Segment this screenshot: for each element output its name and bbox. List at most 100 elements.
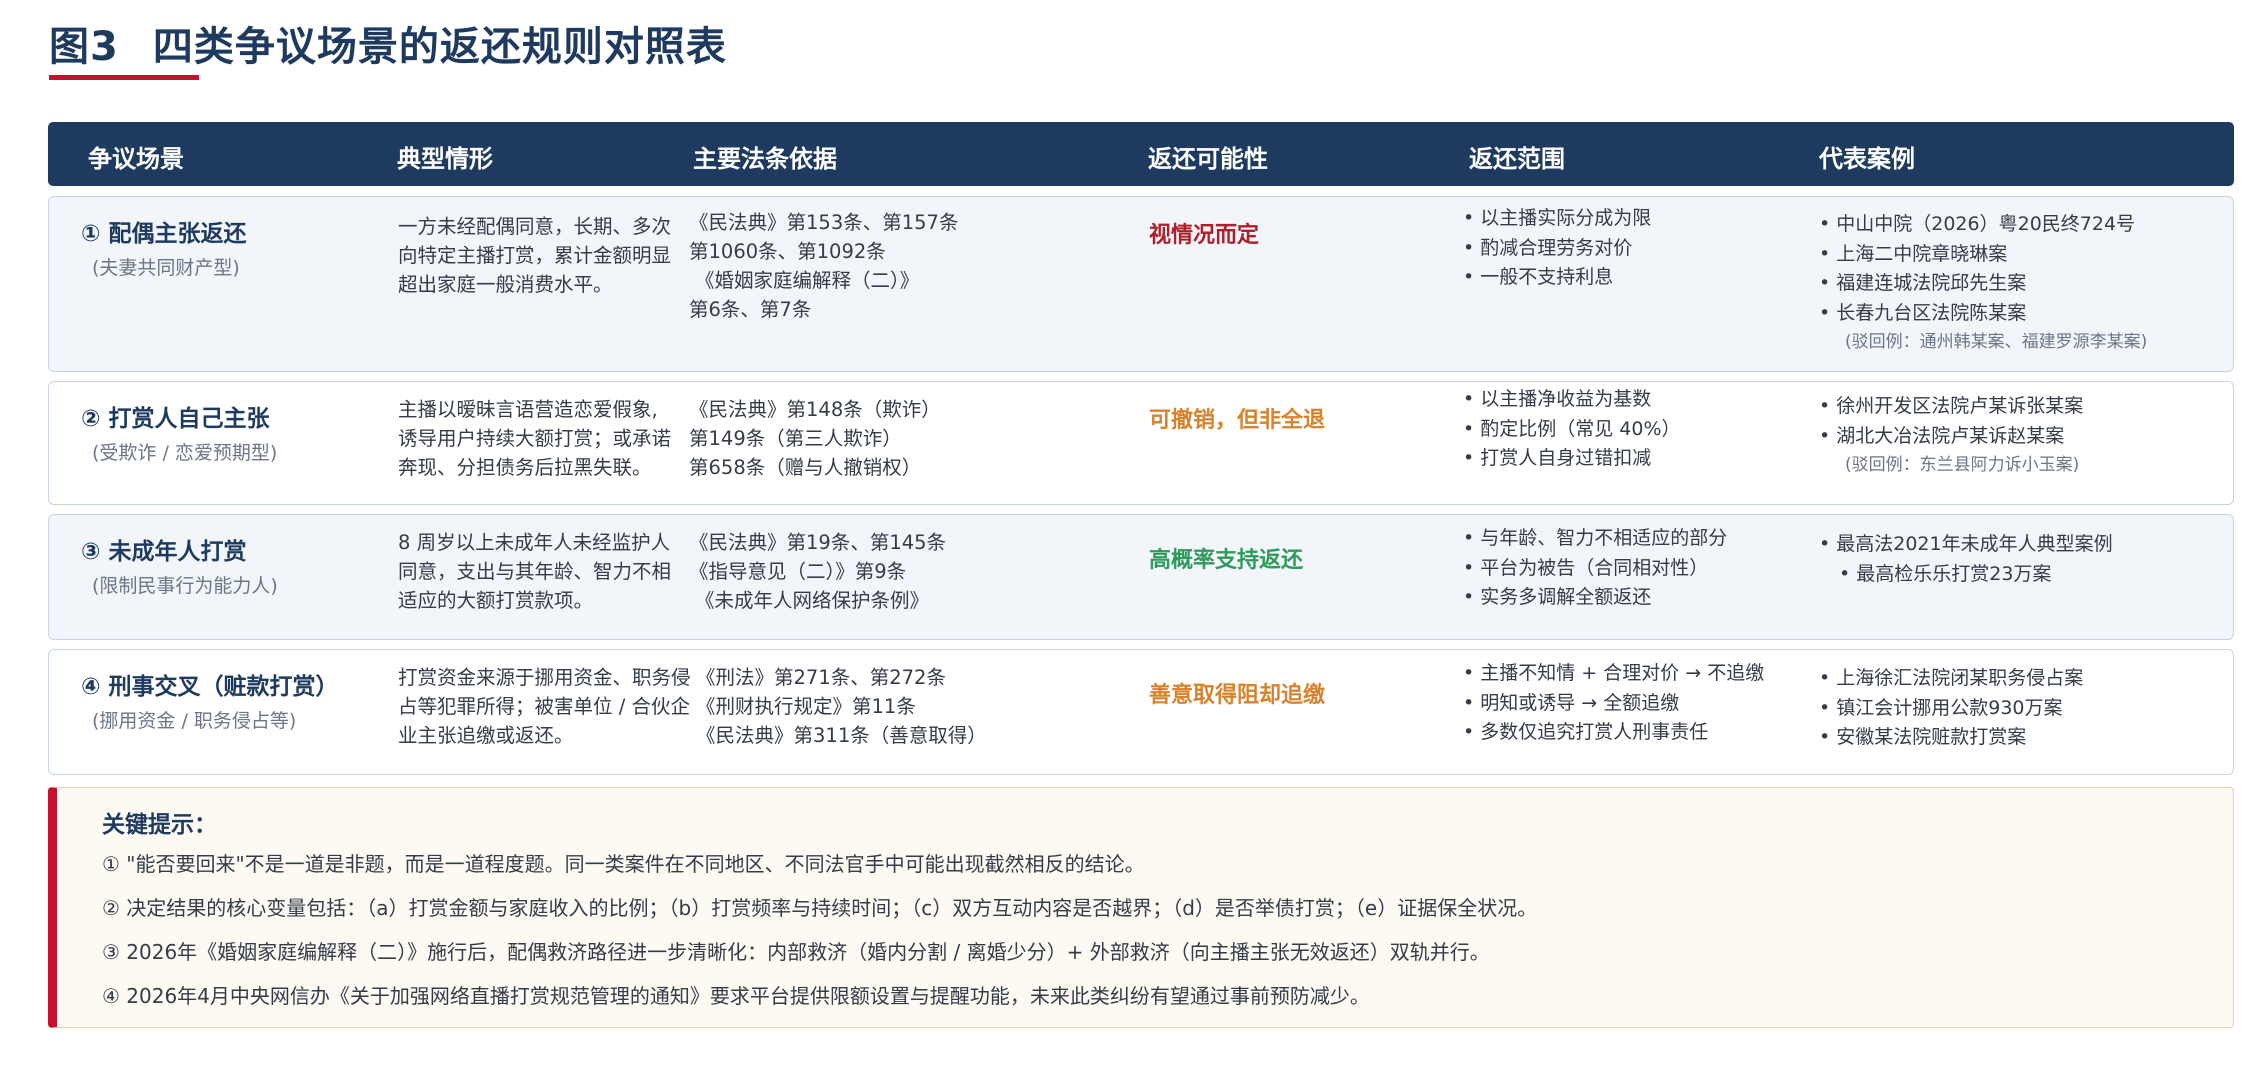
law-line: 《民法典》第19条、第145条: [689, 531, 947, 554]
situation-line: 主播以暧昧言语营造恋爱假象,: [398, 398, 658, 421]
case-note: (驳回例：东兰县阿力诉小玉案): [1845, 455, 2080, 475]
situation-cell: 打赏资金来源于挪用资金、职务侵 占等犯罪所得；被害单位 / 合伙企 业主张追缴或…: [398, 663, 691, 750]
title-underline: [49, 75, 199, 80]
key-tips-title: 关键提示：: [102, 812, 217, 838]
law-line: 《未成年人网络保护条例》: [695, 589, 930, 612]
scope-item: 酌定比例（常见 40%）: [1463, 415, 1680, 445]
scene-subtitle: (挪用资金 / 职务侵占等): [92, 710, 297, 732]
situation-cell: 主播以暧昧言语营造恋爱假象, 诱导用户持续大额打赏；或承诺 奔现、分担债务后拉黑…: [398, 395, 671, 482]
key-tips-box: 关键提示： ① "能否要回来"不是一道是非题，而是一道程度题。同一类案件在不同地…: [48, 787, 2234, 1028]
scope-item: 一般不支持利息: [1463, 263, 1651, 293]
situation-line: 诱导用户持续大额打赏；或承诺: [398, 427, 672, 450]
case-item: 安徽某法院赃款打赏案: [1819, 723, 2083, 753]
scene-cell: ④ 刑事交叉（赃款打赏） (挪用资金 / 职务侵占等): [81, 667, 338, 733]
header-law: 主要法条依据: [693, 145, 837, 173]
scene-title: ③ 未成年人打赏: [81, 539, 247, 565]
scene-title: ④ 刑事交叉（赃款打赏）: [81, 674, 339, 700]
cases-cell: 上海徐汇法院闭某职务侵占案 镇江会计挪用公款930万案 安徽某法院赃款打赏案: [1819, 664, 2083, 753]
situation-line: 适应的大额打赏款项。: [398, 589, 594, 612]
law-line: 《民法典》第153条、第157条: [689, 211, 959, 234]
situation-line: 向特定主播打赏，累计金额明显: [398, 244, 672, 267]
scene-cell: ② 打赏人自己主张 (受欺诈 / 恋爱预期型): [81, 399, 277, 465]
header-scene: 争议场景: [88, 145, 184, 173]
scene-cell: ③ 未成年人打赏 (限制民事行为能力人): [81, 532, 278, 598]
cases-cell: 徐州开发区法院卢某诉张某案 湖北大冶法院卢某诉赵某案 (驳回例：东兰县阿力诉小玉…: [1819, 392, 2083, 481]
situation-line: 奔现、分担债务后拉黑失联。: [398, 456, 652, 479]
table-header: 争议场景 典型情形 主要法条依据 返还可能性 返还范围 代表案例: [48, 122, 2234, 186]
scope-item: 酌减合理劳务对价: [1463, 234, 1651, 264]
scope-item: 平台为被告（合同相对性）: [1463, 554, 1727, 584]
case-item: 徐州开发区法院卢某诉张某案: [1819, 392, 2083, 422]
cases-cell: 最高法2021年未成年人典型案例 最高检乐乐打赏23万案: [1819, 530, 2113, 590]
law-cell: 《民法典》第148条（欺诈） 第149条（第三人欺诈） 第658条（赠与人撤销权…: [689, 395, 941, 482]
possibility-label: 视情况而定: [1149, 223, 1260, 248]
table-row: ① 配偶主张返还 (夫妻共同财产型) 一方未经配偶同意，长期、多次 向特定主播打…: [48, 196, 2234, 372]
case-item: 最高检乐乐打赏23万案: [1819, 560, 2113, 590]
key-tip-item: ① "能否要回来"不是一道是非题，而是一道程度题。同一类案件在不同地区、不同法官…: [102, 852, 1145, 876]
scope-cell: 以主播净收益为基数 酌定比例（常见 40%） 打赏人自身过错扣减: [1463, 385, 1681, 474]
table-row: ③ 未成年人打赏 (限制民事行为能力人) 8 周岁以上未成年人未经监护人 同意，…: [48, 514, 2234, 640]
case-item: 中山中院（2026）粤20民终724号: [1819, 210, 2147, 240]
scene-subtitle: (夫妻共同财产型): [92, 257, 240, 279]
scope-item: 多数仅追究打赏人刑事责任: [1463, 718, 1764, 748]
table-row: ② 打赏人自己主张 (受欺诈 / 恋爱预期型) 主播以暧昧言语营造恋爱假象, 诱…: [48, 381, 2234, 505]
situation-line: 打赏资金来源于挪用资金、职务侵: [398, 666, 691, 689]
header-situation: 典型情形: [397, 145, 493, 173]
scope-cell: 主播不知情 + 合理对价 → 不追缴 明知或诱导 → 全额追缴 多数仅追究打赏人…: [1463, 659, 1764, 748]
case-item: 最高法2021年未成年人典型案例: [1819, 530, 2112, 560]
law-line: 第149条（第三人欺诈）: [689, 427, 902, 450]
scope-item: 主播不知情 + 合理对价 → 不追缴: [1463, 659, 1764, 689]
situation-line: 超出家庭一般消费水平。: [398, 273, 613, 296]
law-line: 《民法典》第148条（欺诈）: [689, 398, 941, 421]
header-scope: 返还范围: [1469, 145, 1565, 173]
cases-cell: 中山中院（2026）粤20民终724号 上海二中院章晓琳案 福建连城法院邱先生案…: [1819, 210, 2147, 358]
key-tip-item: ② 决定结果的核心变量包括：（a）打赏金额与家庭收入的比例；（b）打赏频率与持续…: [102, 896, 1538, 920]
case-item: 镇江会计挪用公款930万案: [1819, 694, 2083, 724]
law-line: 《民法典》第311条（善意取得）: [696, 724, 987, 747]
scope-cell: 与年龄、智力不相适应的部分 平台为被告（合同相对性） 实务多调解全额返还: [1463, 524, 1727, 613]
scene-subtitle: (受欺诈 / 恋爱预期型): [92, 442, 278, 464]
scene-cell: ① 配偶主张返还 (夫妻共同财产型): [81, 214, 246, 280]
situation-line: 占等犯罪所得；被害单位 / 合伙企: [398, 695, 690, 718]
situation-line: 同意，支出与其年龄、智力不相: [398, 560, 672, 583]
law-cell: 《民法典》第19条、第145条 《指导意见（二）》第9条 《未成年人网络保护条例…: [689, 528, 946, 615]
case-item: 上海徐汇法院闭某职务侵占案: [1819, 664, 2083, 694]
figure-title: 四类争议场景的返还规则对照表: [152, 24, 727, 70]
situation-line: 一方未经配偶同意，长期、多次: [398, 215, 672, 238]
law-line: 《刑法》第271条、第272条: [696, 666, 946, 689]
law-cell: 《民法典》第153条、第157条 第1060条、第1092条 《婚姻家庭编解释（…: [689, 208, 958, 324]
scope-item: 以主播净收益为基数: [1463, 385, 1681, 415]
scene-title: ① 配偶主张返还: [81, 221, 247, 247]
situation-cell: 8 周岁以上未成年人未经监护人 同意，支出与其年龄、智力不相 适应的大额打赏款项…: [398, 528, 671, 615]
scope-item: 与年龄、智力不相适应的部分: [1463, 524, 1727, 554]
case-item: 上海二中院章晓琳案: [1819, 240, 2147, 270]
scope-item: 以主播实际分成为限: [1463, 204, 1651, 234]
law-line: 第1060条、第1092条: [689, 240, 886, 263]
situation-line: 8 周岁以上未成年人未经监护人: [398, 531, 671, 554]
law-line: 《刑财执行规定》第11条: [696, 695, 916, 718]
case-note: (驳回例：通州韩某案、福建罗源李某案): [1845, 332, 2148, 352]
law-line: 《指导意见（二）》第9条: [689, 560, 907, 583]
law-line: 《婚姻家庭编解释（二）》: [695, 269, 920, 292]
situation-cell: 一方未经配偶同意，长期、多次 向特定主播打赏，累计金额明显 超出家庭一般消费水平…: [398, 212, 671, 299]
scope-cell: 以主播实际分成为限 酌减合理劳务对价 一般不支持利息: [1463, 204, 1651, 293]
key-tip-item: ③ 2026年《婚姻家庭编解释（二）》施行后，配偶救济路径进一步清晰化：内部救济…: [102, 940, 1490, 964]
page-title: 图3 四类争议场景的返还规则对照表: [49, 14, 727, 72]
possibility-label: 高概率支持返还: [1149, 548, 1304, 573]
case-item: 湖北大冶法院卢某诉赵某案: [1819, 422, 2083, 452]
case-item: 福建连城法院邱先生案: [1819, 269, 2147, 299]
header-possibility: 返还可能性: [1148, 145, 1268, 173]
situation-line: 业主张追缴或返还。: [398, 724, 574, 747]
table-row: ④ 刑事交叉（赃款打赏） (挪用资金 / 职务侵占等) 打赏资金来源于挪用资金、…: [48, 649, 2234, 775]
scene-title: ② 打赏人自己主张: [81, 406, 270, 432]
header-cases: 代表案例: [1819, 145, 1915, 173]
scope-item: 打赏人自身过错扣减: [1463, 444, 1681, 474]
law-line: 第658条（赠与人撤销权）: [689, 456, 922, 479]
case-item: 长春九台区法院陈某案: [1819, 299, 2147, 329]
scope-item: 实务多调解全额返还: [1463, 583, 1727, 613]
scene-subtitle: (限制民事行为能力人): [92, 575, 278, 597]
key-tip-item: ④ 2026年4月中央网信办《关于加强网络直播打赏规范管理的通知》要求平台提供限…: [102, 984, 1370, 1008]
scope-item: 明知或诱导 → 全额追缴: [1463, 689, 1764, 719]
possibility-label: 可撤销，但非全退: [1149, 408, 1326, 433]
figure-number: 图3: [49, 24, 119, 70]
